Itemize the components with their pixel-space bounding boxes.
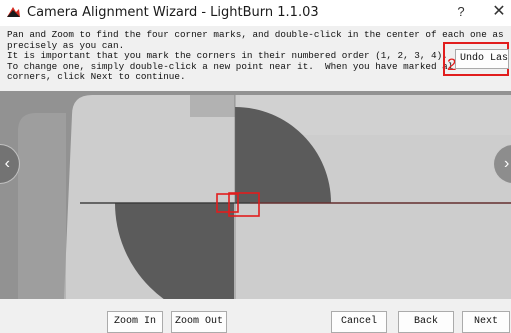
help-button[interactable]: ?: [452, 3, 470, 21]
instruction-line: corners, click Next to continue.: [7, 71, 186, 83]
close-icon[interactable]: ✕: [490, 3, 508, 21]
camera-viewport[interactable]: ‹ ›: [0, 91, 511, 299]
zoom-out-button[interactable]: Zoom Out: [171, 311, 227, 333]
instruction-line: Pan and Zoom to find the four corner mar…: [7, 29, 504, 40]
chevron-left-icon: ‹: [4, 155, 10, 172]
cancel-button[interactable]: Cancel: [331, 311, 387, 333]
lightburn-app-icon: [5, 4, 22, 21]
next-button[interactable]: Next: [462, 311, 510, 333]
zoom-in-button[interactable]: Zoom In: [107, 311, 163, 333]
instructions-text: Pan and Zoom to find the four corner mar…: [7, 29, 504, 83]
chevron-right-icon: ›: [504, 155, 510, 172]
title-bar: Camera Alignment Wizard - LightBurn 1.1.…: [0, 0, 511, 26]
back-button[interactable]: Back: [398, 311, 454, 333]
camera-image: [0, 91, 511, 299]
undo-last-button[interactable]: Undo Last: [455, 49, 509, 69]
window-title: Camera Alignment Wizard - LightBurn 1.1.…: [27, 5, 319, 20]
